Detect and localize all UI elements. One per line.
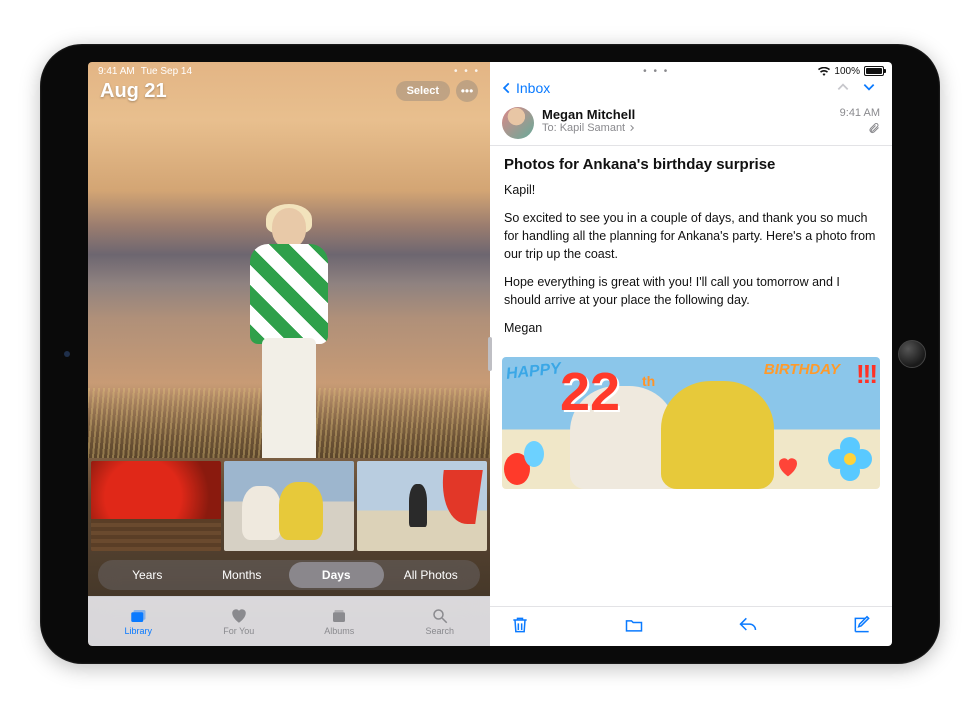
multitask-indicator-icon[interactable]: • • • <box>454 66 480 77</box>
front-camera <box>64 351 70 357</box>
photo-stack-icon <box>128 607 148 625</box>
doodle-text: HAPPY <box>505 361 562 385</box>
search-icon <box>430 607 450 625</box>
balloon-doodle-icon <box>524 441 544 467</box>
mail-header-meta: Megan Mitchell To: Kapil Samant 9:41 AM <box>490 103 892 146</box>
folder-icon <box>624 615 644 635</box>
tab-search[interactable]: Search <box>390 597 491 646</box>
status-bar-left-pane: 9:41 AM Tue Sep 14 • • • <box>88 62 490 78</box>
body-paragraph: So excited to see you in a couple of day… <box>504 209 878 263</box>
photo-thumbnail-row <box>88 458 490 554</box>
status-bar-right-pane: • • • 100% <box>490 62 892 78</box>
to-prefix: To: <box>542 122 557 134</box>
next-message-button[interactable] <box>856 80 882 97</box>
tab-label: Albums <box>324 626 354 636</box>
body-paragraph: Hope everything is great with you! I'll … <box>504 273 878 309</box>
mail-toolbar <box>490 606 892 646</box>
multitask-indicator-icon[interactable]: • • • <box>643 66 669 77</box>
mail-attachment-image[interactable]: HAPPY 22 th BIRTHDAY !!! <box>502 357 880 489</box>
segment-months[interactable]: Months <box>195 562 290 588</box>
photos-app-pane: 9:41 AM Tue Sep 14 • • • Aug 21 Select •… <box>88 62 490 646</box>
back-button[interactable]: Inbox <box>500 80 550 96</box>
doodle-text: BIRTHDAY <box>764 361 840 378</box>
heart-person-icon <box>229 607 249 625</box>
wifi-icon <box>818 67 830 76</box>
delete-button[interactable] <box>510 615 530 638</box>
view-mode-segmented-control[interactable]: Years Months Days All Photos <box>98 560 480 590</box>
chevron-right-icon <box>628 124 636 132</box>
photo-thumbnail[interactable] <box>91 461 221 551</box>
body-paragraph: Kapil! <box>504 181 878 199</box>
sender-avatar[interactable] <box>502 107 534 139</box>
photo-thumbnail[interactable] <box>224 461 354 551</box>
tab-label: Search <box>425 626 454 636</box>
segment-years[interactable]: Years <box>100 562 195 588</box>
more-options-button[interactable]: ••• <box>456 80 478 102</box>
split-view-divider-handle[interactable] <box>488 337 492 371</box>
mail-nav-bar: Inbox <box>490 78 892 103</box>
trash-icon <box>510 615 530 635</box>
hero-photo[interactable] <box>88 107 490 458</box>
battery-percent: 100% <box>834 66 860 77</box>
doodle-text: 22 <box>560 361 620 423</box>
move-button[interactable] <box>624 615 644 638</box>
ellipsis-icon: ••• <box>461 84 474 98</box>
chevron-up-icon <box>836 80 850 94</box>
status-date: Tue Sep 14 <box>141 66 192 77</box>
compose-button[interactable] <box>852 615 872 638</box>
photos-tab-bar: Library For You Albums Search <box>88 596 490 646</box>
mail-body: Kapil! So excited to see you in a couple… <box>490 177 892 352</box>
tab-albums[interactable]: Albums <box>289 597 390 646</box>
tab-label: Library <box>124 626 152 636</box>
photos-date-title: Aug 21 <box>100 80 167 103</box>
reply-arrow-icon <box>738 615 758 635</box>
doodle-text: th <box>642 373 655 389</box>
chevron-down-icon <box>862 80 876 94</box>
body-signature: Megan <box>504 319 878 337</box>
sender-name[interactable]: Megan Mitchell <box>542 107 636 122</box>
reply-button[interactable] <box>738 615 758 638</box>
prev-message-button[interactable] <box>830 80 856 97</box>
back-label: Inbox <box>516 80 550 96</box>
tab-library[interactable]: Library <box>88 597 189 646</box>
person-silhouette <box>224 208 354 458</box>
heart-doodle-icon <box>776 455 800 477</box>
album-stack-icon <box>329 607 349 625</box>
home-button[interactable] <box>898 340 926 368</box>
segment-all-photos[interactable]: All Photos <box>384 562 479 588</box>
tab-label: For You <box>223 626 254 636</box>
status-time: 9:41 AM <box>98 66 135 77</box>
chevron-left-icon <box>500 81 514 95</box>
battery-icon <box>864 66 884 76</box>
select-button[interactable]: Select <box>396 81 450 101</box>
tab-for-you[interactable]: For You <box>189 597 290 646</box>
doodle-text: !!! <box>856 359 876 390</box>
message-time: 9:41 AM <box>840 107 880 119</box>
flower-doodle-icon <box>828 437 872 481</box>
attachment-icon <box>868 122 880 134</box>
recipient-line[interactable]: To: Kapil Samant <box>542 122 636 134</box>
compose-icon <box>852 615 872 635</box>
ipad-device-frame: 9:41 AM Tue Sep 14 • • • Aug 21 Select •… <box>40 44 940 664</box>
mail-app-pane: • • • 100% Inbox <box>490 62 892 646</box>
screen: 9:41 AM Tue Sep 14 • • • Aug 21 Select •… <box>88 62 892 646</box>
photos-header: Aug 21 Select ••• <box>88 78 490 107</box>
to-name: Kapil Samant <box>560 122 625 134</box>
photo-thumbnail[interactable] <box>357 461 487 551</box>
segment-days[interactable]: Days <box>289 562 384 588</box>
mail-subject: Photos for Ankana's birthday surprise <box>490 146 892 177</box>
